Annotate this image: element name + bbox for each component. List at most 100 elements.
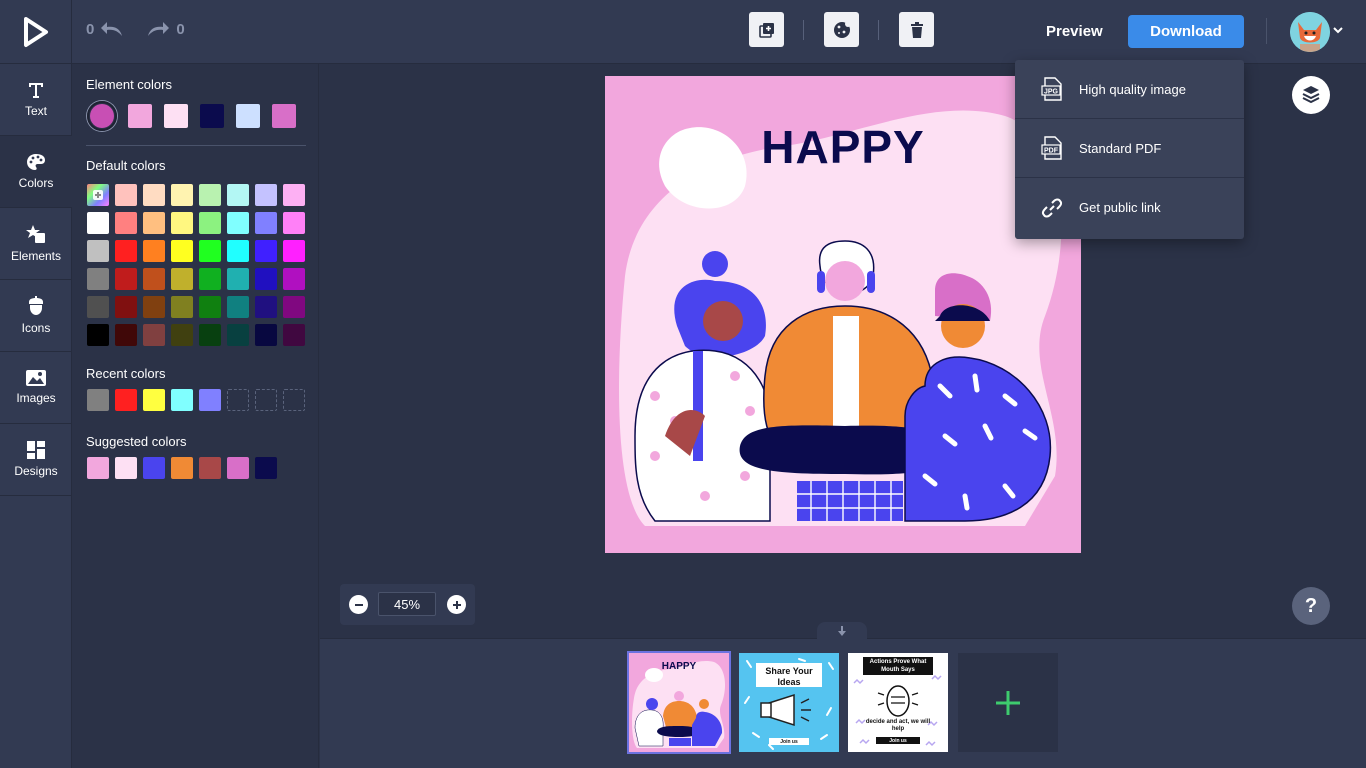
default-color-swatch[interactable] [283,184,305,206]
default-color-swatch[interactable] [115,184,137,206]
duplicate-button[interactable] [749,12,784,47]
element-color-swatch[interactable] [90,104,114,128]
default-color-swatch[interactable] [171,268,193,290]
delete-button[interactable] [899,12,934,47]
element-color-swatch[interactable] [236,104,260,128]
zoom-out-button[interactable] [349,595,368,614]
rail-text[interactable]: Text [0,64,72,136]
default-color-swatch[interactable] [283,268,305,290]
download-pdf-item[interactable]: PDF Standard PDF [1015,119,1244,178]
default-color-swatch[interactable] [227,240,249,262]
undo-icon[interactable] [100,20,124,38]
default-color-swatch[interactable] [143,296,165,318]
default-color-swatch[interactable] [171,212,193,234]
default-color-swatch[interactable] [255,240,277,262]
default-color-swatch[interactable] [115,296,137,318]
default-color-swatch[interactable] [255,296,277,318]
recent-color-swatch[interactable] [143,389,165,411]
canvas-title[interactable]: HAPPY [605,120,1081,174]
default-color-swatch[interactable] [283,296,305,318]
preview-button[interactable]: Preview [1046,23,1103,40]
thumb-3-title: Actions Prove What Mouth Says [869,659,927,673]
rail-elements[interactable]: Elements [0,208,72,280]
default-color-swatch[interactable] [87,296,109,318]
default-color-swatch[interactable] [87,268,109,290]
default-color-swatch[interactable] [143,324,165,346]
default-color-swatch[interactable] [199,324,221,346]
default-color-swatch[interactable] [255,268,277,290]
zoom-in-button[interactable] [447,595,466,614]
default-color-swatch[interactable] [171,240,193,262]
add-page-button[interactable] [958,653,1058,752]
suggested-color-swatch[interactable] [171,457,193,479]
suggested-color-swatch[interactable] [115,457,137,479]
default-color-swatch[interactable] [143,212,165,234]
default-color-swatch[interactable] [171,324,193,346]
default-color-swatch[interactable] [143,240,165,262]
default-color-swatch[interactable] [227,296,249,318]
background-color-button[interactable] [824,12,859,47]
default-color-swatch[interactable] [171,184,193,206]
element-color-swatch[interactable] [164,104,188,128]
play-logo-icon [23,17,48,47]
download-button[interactable]: Download [1128,15,1244,48]
default-color-swatch[interactable] [87,240,109,262]
rail-icons[interactable]: Icons [0,280,72,352]
user-avatar[interactable] [1290,12,1330,52]
rail-colors[interactable]: Colors [0,136,72,208]
default-color-swatch[interactable] [255,212,277,234]
page-thumbnail-3[interactable]: Actions Prove What Mouth Says decide and… [848,653,948,752]
default-color-swatch[interactable] [199,296,221,318]
recent-color-swatch[interactable] [87,389,109,411]
design-canvas[interactable]: HAPPY [605,76,1081,553]
suggested-color-swatch[interactable] [87,457,109,479]
element-color-swatch[interactable] [200,104,224,128]
suggested-color-swatch[interactable] [255,457,277,479]
recent-color-swatch[interactable] [115,389,137,411]
default-color-swatch[interactable] [283,212,305,234]
recent-color-swatch[interactable] [199,389,221,411]
default-color-swatch[interactable] [115,324,137,346]
default-color-swatch[interactable] [115,268,137,290]
element-color-swatch[interactable] [272,104,296,128]
default-color-swatch[interactable] [199,212,221,234]
help-button[interactable]: ? [1292,587,1330,625]
layers-button[interactable] [1292,76,1330,114]
default-color-swatch[interactable] [115,212,137,234]
collapse-strip-button[interactable] [817,622,867,639]
redo-icon[interactable] [146,20,170,38]
default-color-swatch[interactable] [199,268,221,290]
default-color-swatch[interactable] [143,268,165,290]
default-color-swatch[interactable] [115,240,137,262]
zoom-level[interactable]: 45% [378,592,436,616]
app-logo[interactable] [0,0,72,64]
rail-images[interactable]: Images [0,352,72,424]
suggested-color-swatch[interactable] [199,457,221,479]
default-color-swatch[interactable] [171,296,193,318]
element-color-swatch[interactable] [128,104,152,128]
default-color-swatch[interactable] [199,240,221,262]
download-jpg-item[interactable]: JPG High quality image [1015,60,1244,119]
default-color-swatch[interactable] [255,324,277,346]
default-color-swatch[interactable] [199,184,221,206]
default-color-swatch[interactable] [283,324,305,346]
thumb-2-footer: Join us [780,739,798,745]
default-color-swatch[interactable] [87,324,109,346]
chevron-down-icon[interactable] [1333,26,1343,34]
default-color-swatch[interactable] [143,184,165,206]
default-color-swatch[interactable] [255,184,277,206]
default-color-swatch[interactable] [283,240,305,262]
custom-color-icon[interactable] [87,184,109,206]
suggested-color-swatch[interactable] [227,457,249,479]
default-color-swatch[interactable] [227,324,249,346]
recent-color-swatch[interactable] [171,389,193,411]
public-link-item[interactable]: Get public link [1015,178,1244,237]
default-color-swatch[interactable] [227,212,249,234]
page-thumbnail-2[interactable]: Share Your Ideas Join us [739,653,839,752]
suggested-color-swatch[interactable] [143,457,165,479]
default-color-swatch[interactable] [227,268,249,290]
default-color-swatch[interactable] [227,184,249,206]
page-thumbnail-1[interactable]: HAPPY [627,651,731,754]
rail-designs[interactable]: Designs [0,424,72,496]
default-color-swatch[interactable] [87,212,109,234]
